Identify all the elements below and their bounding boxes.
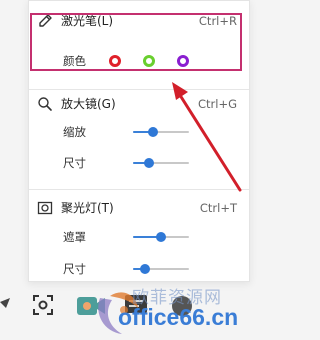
screenshot-icon[interactable] xyxy=(32,294,54,316)
mask-slider[interactable] xyxy=(133,231,189,243)
slider-knob[interactable] xyxy=(140,264,151,274)
magnifier-size-label: 尺寸 xyxy=(63,156,86,170)
spotlight-size-label: 尺寸 xyxy=(63,262,86,276)
slider-knob[interactable] xyxy=(156,232,166,242)
slider-knob[interactable] xyxy=(147,127,158,137)
slider-knob[interactable] xyxy=(143,158,154,168)
magnifier-label: 放大镜(G) xyxy=(61,97,116,111)
annotation-arrow xyxy=(172,82,242,192)
zoom-label: 缩放 xyxy=(63,125,86,139)
watermark-domain: office66.cn xyxy=(118,304,239,330)
mask-label: 遮罩 xyxy=(63,230,86,244)
spotlight-shortcut: Ctrl+T xyxy=(199,201,237,215)
highlight-box xyxy=(30,13,242,71)
magnifier-icon xyxy=(38,97,52,111)
spotlight-size-slider[interactable] xyxy=(133,263,189,275)
spotlight-label: 聚光灯(T) xyxy=(61,201,114,215)
pointer-icon[interactable] xyxy=(0,294,14,316)
spotlight-icon xyxy=(37,201,53,215)
